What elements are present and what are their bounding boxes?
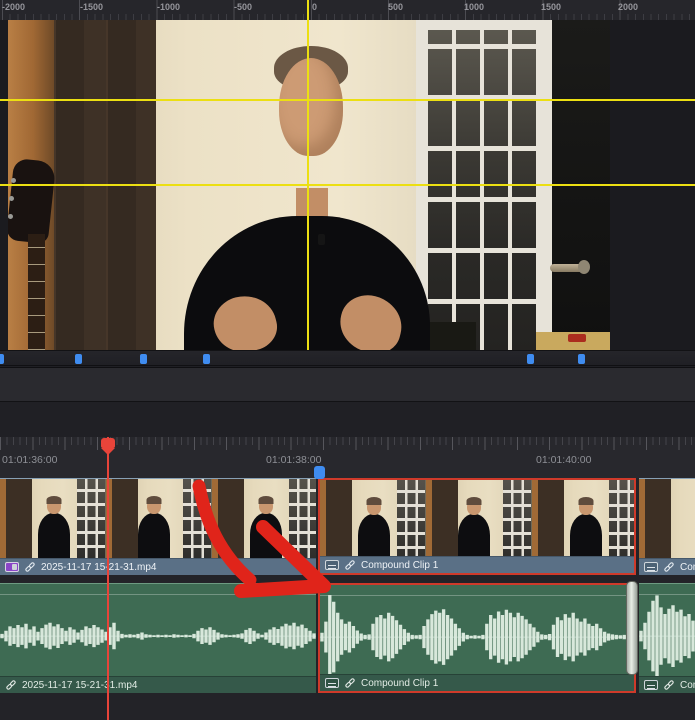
audio-waveform [0,584,316,677]
ruler-label: 1500 [541,2,562,12]
transport-bar: ‹ ● › [0,367,695,401]
video-clip-selected[interactable]: Compound Clip 1 [318,478,636,575]
link-icon [6,680,16,690]
ruler-label: -500 [234,2,253,12]
playhead-head[interactable] [101,438,115,455]
compound-clip-icon [644,562,658,572]
video-clip[interactable]: Com [639,478,695,575]
clip-thumbnail [532,480,634,560]
link-icon [25,562,35,572]
clip-name: 2025-11-17 15-21-31.mp4 [41,561,157,573]
edit-toolbar: − [0,401,695,437]
playhead[interactable] [101,437,115,720]
clip-thumbnail [0,479,106,559]
ruler-label: 500 [388,2,404,12]
viewer-marker[interactable] [527,354,534,364]
volume-automation-line[interactable] [639,594,695,595]
guitar-tuner [8,214,13,219]
clip-label-bar: 2025-11-17 15-21-31.mp4 [0,676,316,693]
compound-clip-icon [325,560,339,570]
guitar-neck [28,234,45,350]
compound-clip-icon [325,678,339,688]
link-icon [664,562,674,572]
audio-clip[interactable]: Com [639,583,695,693]
viewer-scrubber-bar[interactable] [0,350,695,367]
timecode-label: 01:01:36:00 [2,454,58,466]
volume-automation-line[interactable] [0,594,316,595]
clip-label-bar: Com [639,558,695,575]
viewer-marker[interactable] [578,354,585,364]
clip-label-bar: Compound Clip 1 [320,674,634,691]
media-clip-icon [5,562,19,572]
door-handle-rosette [578,260,590,274]
viewer-marker[interactable] [75,354,82,364]
link-icon [664,680,674,690]
ruler-label: 1000 [464,2,485,12]
video-clip[interactable]: 2025-11-17 15-21-31.mp4 [0,478,316,575]
audio-clip[interactable]: 2025-11-17 15-21-31.mp4 [0,583,316,693]
compound-clip-icon [644,680,658,690]
guitar-tuner [9,196,14,201]
clip-thumbnail [426,480,532,560]
ruler-label: 2000 [618,2,639,12]
clip-filmstrip [639,479,695,559]
clip-thumbnail [639,479,695,559]
clip-name: 2025-11-17 15-21-31.mp4 [22,679,138,691]
viewer-marker[interactable] [203,354,210,364]
clip-name: Com [680,561,695,573]
viewer-coordinate-ruler[interactable]: -2000 -1500 -1000 -500 0 500 1000 1500 2… [0,0,695,20]
clip-filmstrip [0,479,316,559]
door-glass-panes [428,30,540,350]
horizontal-guide-line [0,184,695,186]
timeline-tracks: 2025-11-17 15-21-31.mp4 Compound Clip 1 [0,478,695,720]
viewer-marker[interactable] [140,354,147,364]
clip-trim-handle[interactable] [626,581,638,675]
timeline-marker[interactable] [314,466,325,479]
ruler-label: -2000 [2,2,26,12]
audio-waveform [320,585,634,678]
presenter-head [279,58,343,156]
link-icon [345,678,355,688]
audio-clip-selected[interactable]: Compound Clip 1 [318,583,636,693]
timecode-label: 01:01:40:00 [536,454,592,466]
ruler-label: 0 [312,2,318,12]
horizontal-guide-line [0,99,695,101]
viewer-marker[interactable] [0,354,4,364]
vertical-guide-line [307,0,309,350]
red-object [568,334,586,342]
clip-label-bar: 2025-11-17 15-21-31.mp4 [0,558,316,575]
clip-filmstrip [320,480,634,560]
ruler-label: -1000 [157,2,181,12]
clip-label-bar: Com [639,676,695,693]
clip-thumbnail [320,480,426,560]
clip-thumbnail [212,479,316,559]
guitar-tuner [11,178,16,183]
lavalier-mic [318,234,325,245]
clip-name: Com [680,679,695,691]
guitar-headstock [8,158,57,244]
clip-label-bar: Compound Clip 1 [320,556,634,573]
link-icon [345,560,355,570]
timecode-label: 01:01:38:00 [266,454,322,466]
ruler-label: -1500 [80,2,104,12]
clip-name: Compound Clip 1 [361,559,439,571]
audio-waveform [639,584,695,677]
volume-automation-line[interactable] [320,595,634,596]
clip-thumbnail [106,479,212,559]
clip-name: Compound Clip 1 [361,677,439,689]
davinci-resolve-edit-page: -2000 -1500 -1000 -500 0 500 1000 1500 2… [0,0,695,720]
